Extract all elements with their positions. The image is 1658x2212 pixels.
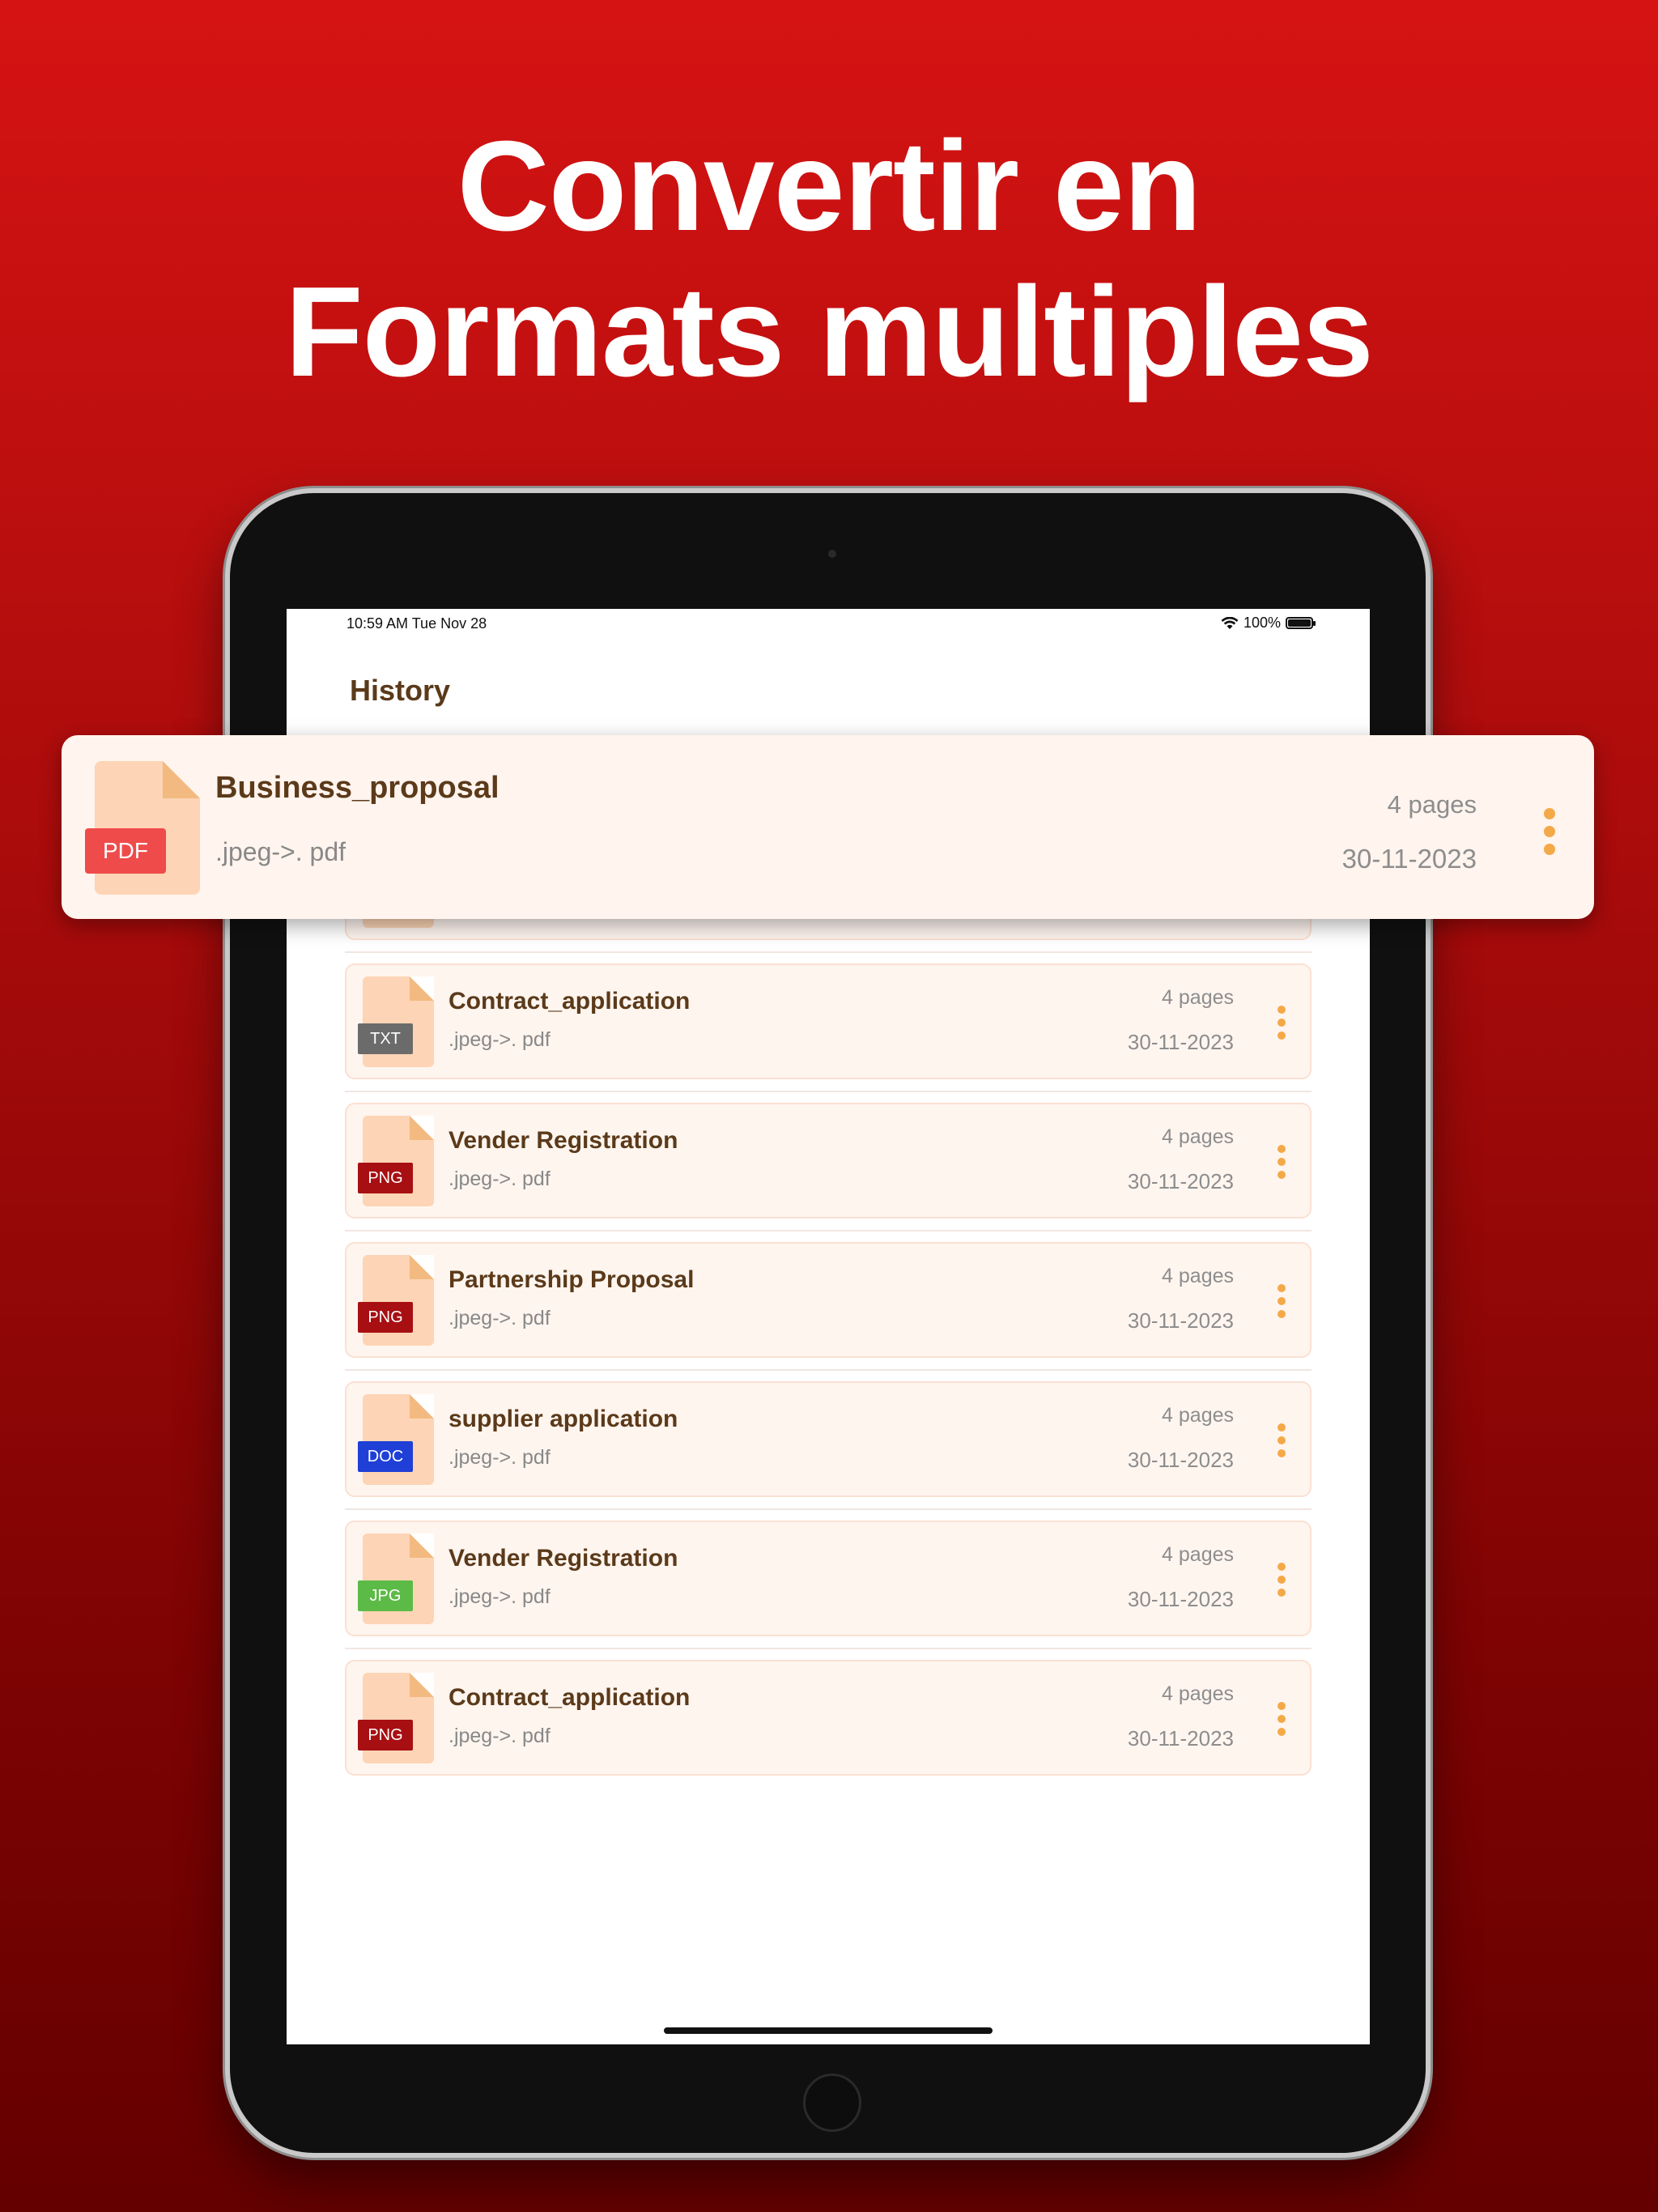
home-button[interactable]: [803, 2074, 861, 2132]
page-count: 4 pages: [1162, 1543, 1234, 1566]
page-title: History: [350, 674, 451, 707]
file-type-badge: DOC: [358, 1441, 413, 1472]
file-name: Business_proposal: [215, 771, 500, 805]
file-date: 30-11-2023: [1127, 1448, 1234, 1472]
history-row[interactable]: PNG Vender Registration .jpeg->. pdf 4 page…: [345, 1103, 1312, 1219]
page-count: 4 pages: [1162, 1404, 1234, 1427]
file-icon: JPG: [358, 1534, 434, 1624]
file-type-badge: PNG: [358, 1302, 413, 1333]
status-bar: 10:59 AM Tue Nov 28 100%: [287, 609, 1370, 644]
file-icon: PNG: [358, 1255, 434, 1346]
file-icon: PNG: [358, 1673, 434, 1763]
history-row[interactable]: PNG Partnership Proposal .jpeg->. pdf 4 pag…: [345, 1242, 1312, 1358]
page-count: 4 pages: [1387, 790, 1477, 819]
history-row[interactable]: TXT Contract_application .jpeg->. pdf 4 pag…: [345, 963, 1312, 1079]
conversion-label: .jpeg->. pdf: [449, 1725, 551, 1747]
history-row[interactable]: DOC supplier application .jpeg->. pdf 4 pag…: [345, 1381, 1312, 1497]
file-type-badge: PNG: [358, 1163, 413, 1193]
file-date: 30-11-2023: [1127, 1308, 1234, 1333]
more-options-icon[interactable]: [1276, 1702, 1287, 1739]
file-name: Partnership Proposal: [449, 1266, 695, 1293]
file-type-badge: PNG: [358, 1720, 413, 1750]
file-type-badge: JPG: [358, 1580, 413, 1611]
row-divider: [345, 1091, 1312, 1092]
more-options-icon[interactable]: [1276, 1006, 1287, 1043]
file-type-badge: TXT: [358, 1023, 413, 1054]
file-date: 30-11-2023: [1127, 1726, 1234, 1750]
row-divider: [345, 1230, 1312, 1231]
home-indicator[interactable]: [664, 2027, 993, 2034]
featured-history-card[interactable]: PDF Business_proposal .jpeg->. pdf 4 pag…: [62, 735, 1594, 919]
headline-line-1: Convertir en: [457, 115, 1202, 257]
page-count: 4 pages: [1162, 1265, 1234, 1287]
more-options-icon[interactable]: [1276, 1284, 1287, 1321]
more-options-icon[interactable]: [1276, 1145, 1287, 1182]
more-options-icon[interactable]: [1276, 1423, 1287, 1461]
battery-icon: [1286, 617, 1316, 629]
status-indicators: 100%: [1221, 615, 1316, 632]
headline-line-2: Formats multiples: [285, 261, 1374, 403]
conversion-label: .jpeg->. pdf: [449, 1307, 551, 1329]
status-time: 10:59 AM Tue Nov 28: [346, 615, 487, 632]
file-icon: TXT: [358, 976, 434, 1067]
page-count: 4 pages: [1162, 986, 1234, 1009]
file-name: Contract_application: [449, 1684, 691, 1711]
more-options-icon[interactable]: [1542, 808, 1557, 857]
file-name: Contract_application: [449, 988, 691, 1015]
file-date: 30-11-2023: [1127, 1030, 1234, 1054]
row-divider: [345, 951, 1312, 953]
file-icon: PDF: [85, 761, 200, 895]
history-row[interactable]: PNG Contract_application .jpeg->. pdf 4 pag…: [345, 1660, 1312, 1776]
conversion-label: .jpeg->. pdf: [449, 1585, 551, 1608]
battery-percent: 100%: [1243, 615, 1281, 631]
wifi-icon: [1221, 616, 1239, 629]
camera-icon: [828, 550, 836, 558]
file-type-badge: PDF: [85, 828, 166, 874]
file-date: 30-11-2023: [1341, 844, 1477, 874]
conversion-label: .jpeg->. pdf: [215, 837, 346, 866]
page-count: 4 pages: [1162, 1682, 1234, 1705]
file-date: 30-11-2023: [1127, 1169, 1234, 1193]
conversion-label: .jpeg->. pdf: [449, 1446, 551, 1469]
conversion-label: .jpeg->. pdf: [449, 1168, 551, 1190]
row-divider: [345, 1369, 1312, 1371]
file-icon: PNG: [358, 1116, 434, 1206]
conversion-label: .jpeg->. pdf: [449, 1028, 551, 1051]
history-row[interactable]: JPG Vender Registration .jpeg->. pdf 4 page…: [345, 1521, 1312, 1636]
file-name: Vender Registration: [449, 1127, 678, 1154]
file-icon: DOC: [358, 1394, 434, 1485]
row-divider: [345, 1508, 1312, 1510]
file-date: 30-11-2023: [1127, 1587, 1234, 1611]
file-name: Vender Registration: [449, 1545, 678, 1572]
page-count: 4 pages: [1162, 1125, 1234, 1148]
row-divider: [345, 1648, 1312, 1649]
promo-headline: Convertir en Formats multiples: [0, 113, 1658, 405]
more-options-icon[interactable]: [1276, 1563, 1287, 1600]
file-name: supplier application: [449, 1406, 678, 1432]
